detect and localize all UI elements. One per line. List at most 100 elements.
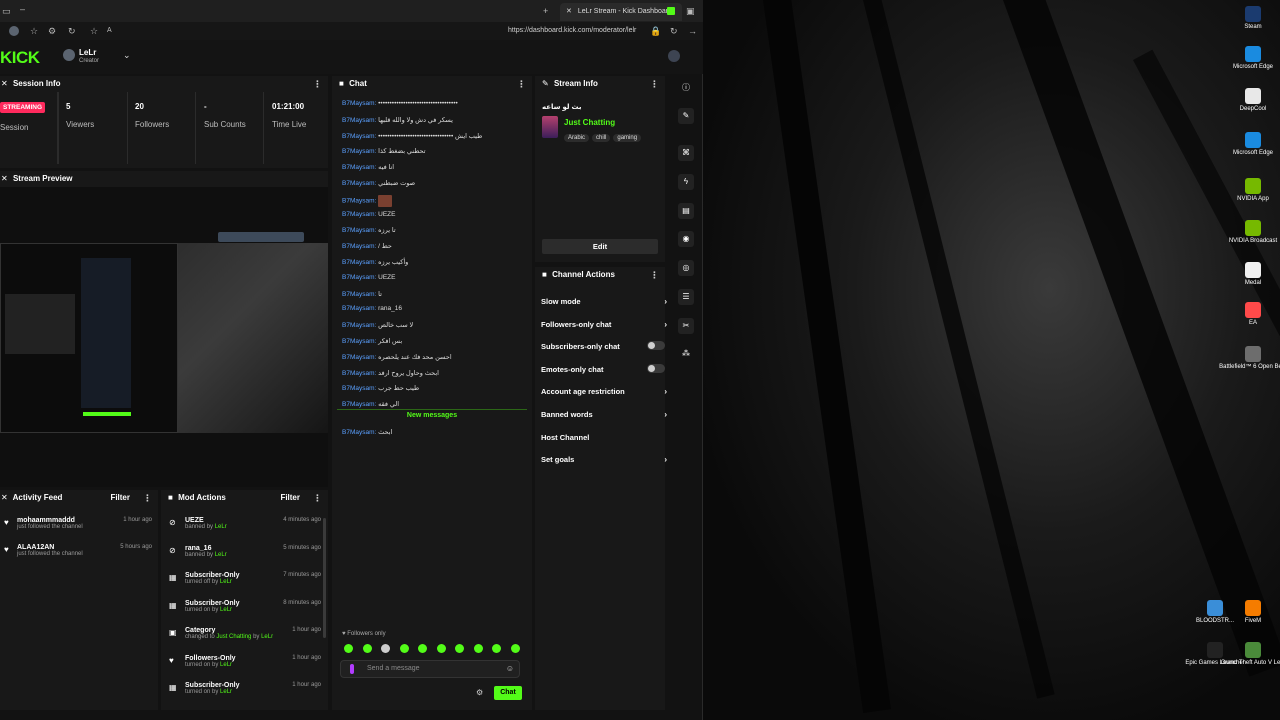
pencil-icon[interactable]: ✎ xyxy=(678,108,694,124)
table-row[interactable]: ▦ Subscriber-Only turned on by LeLr 8 minut… xyxy=(169,600,321,613)
desktop-icon[interactable]: FiveM xyxy=(1218,600,1280,625)
desktop-icon[interactable]: Steam xyxy=(1218,6,1280,31)
new-messages-label[interactable]: New messages xyxy=(332,412,532,419)
kick-extension-icon[interactable] xyxy=(667,7,675,15)
table-row[interactable]: ⊘ rana_16 banned by LeLr 5 minutes ago xyxy=(169,545,321,558)
broadcast-icon[interactable]: ◎ xyxy=(678,260,694,276)
send-chat-button[interactable]: Chat xyxy=(494,686,522,700)
info-icon[interactable]: ⓘ xyxy=(678,80,694,96)
chat-username[interactable]: B7Maysam: xyxy=(342,305,376,312)
chat-username[interactable]: B7Maysam: xyxy=(342,211,376,218)
clip-icon[interactable]: ⌘ xyxy=(678,145,694,161)
chat-username[interactable]: B7Maysam: xyxy=(342,117,376,124)
category-name[interactable]: Just Chatting xyxy=(564,118,615,127)
scrollbar[interactable] xyxy=(323,518,326,638)
url-text[interactable]: https://dashboard.kick.com/moderator/lel… xyxy=(508,25,648,37)
close-icon[interactable]: ✕ xyxy=(1,174,8,183)
star-icon[interactable]: ☆ xyxy=(90,25,98,37)
settings-gear-icon[interactable]: ⚙ xyxy=(476,688,483,697)
desktop-icon[interactable]: Microsoft Edge xyxy=(1218,132,1280,157)
filter-button[interactable]: Filter xyxy=(280,490,300,506)
more-icon[interactable]: ⋮ xyxy=(650,76,659,92)
refresh-icon[interactable]: ↻ xyxy=(68,25,76,37)
emote-icon[interactable] xyxy=(473,644,483,653)
filter-button[interactable]: Filter xyxy=(110,490,130,506)
desktop-icon[interactable]: NVIDIA App xyxy=(1218,178,1280,203)
chat-username[interactable]: B7Maysam: xyxy=(342,259,376,266)
add-widget-icon[interactable]: ⁂ xyxy=(678,346,694,362)
channel-action-emotes-only-chat[interactable]: Emotes-only chat xyxy=(541,363,665,374)
more-icon[interactable]: ⋮ xyxy=(517,76,526,92)
emote-icon[interactable] xyxy=(418,644,427,653)
stream-video[interactable] xyxy=(0,232,328,433)
chat-username[interactable]: B7Maysam: xyxy=(342,227,376,234)
chat-username[interactable]: B7Maysam: xyxy=(342,180,376,187)
tab-kick-dashboard[interactable]: ✕ LeLr Stream - Kick Dashboard xyxy=(560,3,682,21)
window-icon[interactable]: ▭ xyxy=(2,5,11,17)
moderator-link[interactable]: LeLr xyxy=(220,607,232,613)
moderator-link[interactable]: LeLr xyxy=(220,579,232,585)
table-row[interactable]: ▦ Subscriber-Only turned on by LeLr 1 hour … xyxy=(169,682,321,695)
desktop-icon[interactable]: EA xyxy=(1218,302,1280,327)
list-item[interactable]: ♥ ALAA12AN just followed the channel 5 hour… xyxy=(4,544,152,557)
list-icon[interactable]: ☰ xyxy=(678,289,694,305)
desktop-icon[interactable]: Medal xyxy=(1218,262,1280,287)
lightning-icon[interactable]: ϟ xyxy=(678,174,694,190)
category-link[interactable]: Just Chatting xyxy=(216,634,251,640)
chat-username[interactable]: B7Maysam: xyxy=(342,354,376,361)
moderator-link[interactable]: LeLr xyxy=(261,634,273,640)
emote-icon[interactable] xyxy=(455,644,464,653)
chat-username[interactable]: B7Maysam: xyxy=(342,370,376,377)
chat-username[interactable]: B7Maysam: xyxy=(342,148,376,155)
lock-icon[interactable]: 🔒 xyxy=(650,25,661,37)
emoji-icon[interactable]: ☺ xyxy=(506,664,514,673)
emote-icon[interactable] xyxy=(381,644,390,653)
emote-icon[interactable] xyxy=(362,644,372,653)
desktop-icon[interactable]: Microsoft Edge xyxy=(1218,46,1280,71)
mic-icon[interactable] xyxy=(350,664,354,674)
message-icon[interactable]: ◉ xyxy=(678,231,694,247)
user-avatar[interactable] xyxy=(63,49,75,61)
chat-username[interactable]: B7Maysam: xyxy=(342,385,376,392)
more-icon[interactable]: ⋮ xyxy=(313,76,322,92)
new-tab-icon[interactable]: + xyxy=(543,5,548,17)
chat-username[interactable]: B7Maysam: xyxy=(342,198,376,205)
moderator-link[interactable]: LeLr xyxy=(220,662,232,668)
favorites-icon[interactable]: ☆ xyxy=(30,25,38,37)
channel-action-set-goals[interactable]: Set goals › xyxy=(541,455,667,464)
channel-action-host-channel[interactable]: Host Channel xyxy=(541,433,661,442)
chat-username[interactable]: B7Maysam: xyxy=(342,274,376,281)
moderator-link[interactable]: LeLr xyxy=(215,524,227,530)
close-icon[interactable]: ✕ xyxy=(1,493,8,502)
minimize-icon[interactable]: – xyxy=(20,3,25,15)
reload-icon[interactable]: ↻ xyxy=(670,25,678,37)
channel-action-slow-mode[interactable]: Slow mode › xyxy=(541,297,667,306)
edit-button[interactable]: Edit xyxy=(542,239,658,254)
read-aloud-icon[interactable]: A xyxy=(107,25,112,37)
close-icon[interactable]: ✕ xyxy=(1,79,8,88)
tools-icon[interactable]: ✂ xyxy=(678,318,694,334)
channel-action-banned-words[interactable]: Banned words › xyxy=(541,410,667,419)
toggle-switch[interactable] xyxy=(647,363,665,373)
chat-username[interactable]: B7Maysam: xyxy=(342,291,376,298)
emote-icon[interactable] xyxy=(399,644,409,653)
emote-icon[interactable] xyxy=(510,644,520,653)
table-row[interactable]: ▦ Subscriber-Only turned off by LeLr 7 minu… xyxy=(169,572,321,585)
profile-icon[interactable] xyxy=(668,50,680,62)
channel-action-account-age-restriction[interactable]: Account age restriction › xyxy=(541,387,667,396)
desktop-icon[interactable]: DeepCool xyxy=(1218,88,1280,113)
document-icon[interactable]: ▤ xyxy=(678,203,694,219)
table-row[interactable]: ▣ Category changed to Just Chatting by LeL… xyxy=(169,627,321,640)
moderator-link[interactable]: LeLr xyxy=(220,689,232,695)
more-icon[interactable]: ⋮ xyxy=(143,490,152,506)
extensions-icon[interactable]: ⚙ xyxy=(48,25,56,37)
table-row[interactable]: ♥ Followers-Only turned on by LeLr 1 hour a… xyxy=(169,655,321,668)
chevron-down-icon[interactable]: ⌄ xyxy=(123,50,131,61)
emote-icon[interactable] xyxy=(436,644,446,653)
chat-username[interactable]: B7Maysam: xyxy=(342,401,376,408)
chat-username[interactable]: B7Maysam: xyxy=(342,243,376,250)
moderator-link[interactable]: LeLr xyxy=(215,552,227,558)
table-row[interactable]: ⊘ UEZE banned by LeLr 4 minutes ago xyxy=(169,517,321,530)
channel-action-subscribers-only-chat[interactable]: Subscribers-only chat xyxy=(541,341,665,351)
kick-logo[interactable]: KICK xyxy=(0,48,40,68)
